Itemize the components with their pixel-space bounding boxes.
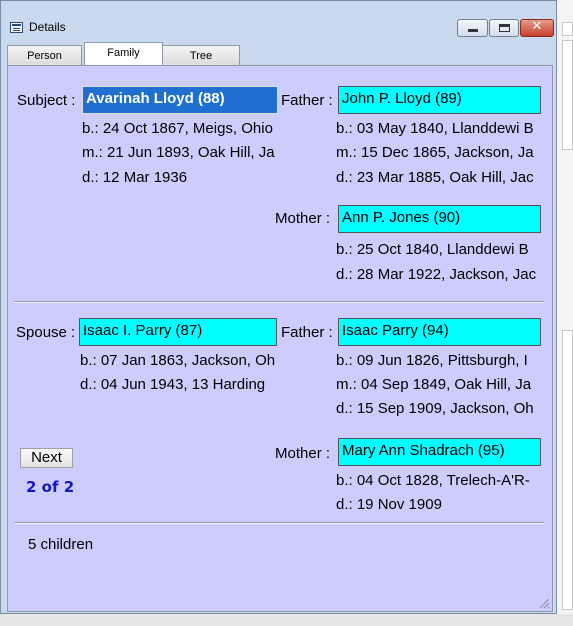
spouse-father-marriage: m.: 04 Sep 1849, Oak Hill, Ja bbox=[336, 376, 532, 393]
subject-father-name-box[interactable]: John P. Lloyd (89) bbox=[338, 86, 541, 114]
maximize-icon bbox=[499, 24, 510, 32]
window-title: Details bbox=[29, 20, 66, 34]
subject-mother-name-box[interactable]: Ann P. Jones (90) bbox=[338, 205, 541, 233]
edge-panel-lower bbox=[562, 330, 573, 610]
close-icon: ✕ bbox=[531, 19, 543, 34]
tab-family[interactable]: Family bbox=[84, 42, 163, 66]
subject-father-marriage: m.: 15 Dec 1865, Jackson, Ja bbox=[336, 144, 534, 161]
background-window-edge bbox=[557, 0, 573, 626]
subject-mother-label: Mother : bbox=[275, 210, 331, 227]
subject-mother-death: d.: 28 Mar 1922, Jackson, Jac bbox=[336, 266, 537, 283]
tab-person[interactable]: Person bbox=[7, 45, 82, 65]
family-counter: 2 of 2 bbox=[26, 478, 75, 496]
subject-marriage: m.: 21 Jun 1893, Oak Hill, Ja bbox=[82, 144, 275, 161]
spouse-mother-label: Mother : bbox=[275, 445, 331, 462]
close-button[interactable]: ✕ bbox=[520, 19, 554, 37]
spouse-mother-death: d.: 19 Nov 1909 bbox=[336, 496, 442, 513]
spouse-name-box[interactable]: Isaac I. Parry (87) bbox=[79, 318, 277, 346]
subject-father-birth: b.: 03 May 1840, Llanddewi B bbox=[336, 120, 534, 137]
details-window: Details ✕ Person Tree Family Subject : A… bbox=[0, 0, 557, 614]
subject-father-death: d.: 23 Mar 1885, Oak Hill, Jac bbox=[336, 169, 534, 186]
subject-death: d.: 12 Mar 1936 bbox=[82, 169, 188, 186]
family-panel: Subject : Avarinah Lloyd (88) b.: 24 Oct… bbox=[7, 65, 553, 612]
resize-grip-icon[interactable] bbox=[538, 597, 550, 609]
spouse-birth: b.: 07 Jan 1863, Jackson, Oh bbox=[80, 352, 276, 369]
details-icon bbox=[10, 22, 23, 33]
minimize-icon bbox=[468, 29, 478, 32]
spouse-mother-birth: b.: 04 Oct 1828, Trelech-A'R- bbox=[336, 472, 530, 489]
subject-label: Subject : bbox=[17, 92, 76, 109]
subject-name-box[interactable]: Avarinah Lloyd (88) bbox=[82, 86, 278, 114]
spouse-mother-name-box[interactable]: Mary Ann Shadrach (95) bbox=[338, 438, 541, 466]
edge-widget bbox=[562, 22, 573, 36]
subject-father-label: Father : bbox=[281, 92, 333, 109]
children-count: 5 children bbox=[28, 536, 94, 553]
subject-mother-birth: b.: 25 Oct 1840, Llanddewi B bbox=[336, 241, 529, 258]
subject-birth: b.: 24 Oct 1867, Meigs, Ohio bbox=[82, 120, 273, 137]
spouse-father-birth: b.: 09 Jun 1826, Pittsburgh, I bbox=[336, 352, 528, 369]
maximize-button[interactable] bbox=[489, 19, 519, 37]
next-button[interactable]: Next bbox=[20, 448, 73, 468]
title-bar[interactable]: Details ✕ bbox=[1, 1, 556, 37]
minimize-button[interactable] bbox=[457, 19, 488, 37]
desktop-bottom-edge bbox=[0, 614, 573, 626]
tab-tree[interactable]: Tree bbox=[162, 45, 240, 65]
edge-panel bbox=[562, 40, 573, 150]
spouse-father-name-box[interactable]: Isaac Parry (94) bbox=[338, 318, 541, 346]
children-divider bbox=[14, 522, 544, 524]
spouse-label: Spouse : bbox=[16, 324, 76, 341]
spouse-father-label: Father : bbox=[281, 324, 333, 341]
spouse-father-death: d.: 15 Sep 1909, Jackson, Oh bbox=[336, 400, 534, 417]
tab-bar: Person Tree Family bbox=[7, 42, 553, 66]
section-divider bbox=[14, 301, 544, 303]
spouse-death: d.: 04 Jun 1943, 13 Harding bbox=[80, 376, 266, 393]
